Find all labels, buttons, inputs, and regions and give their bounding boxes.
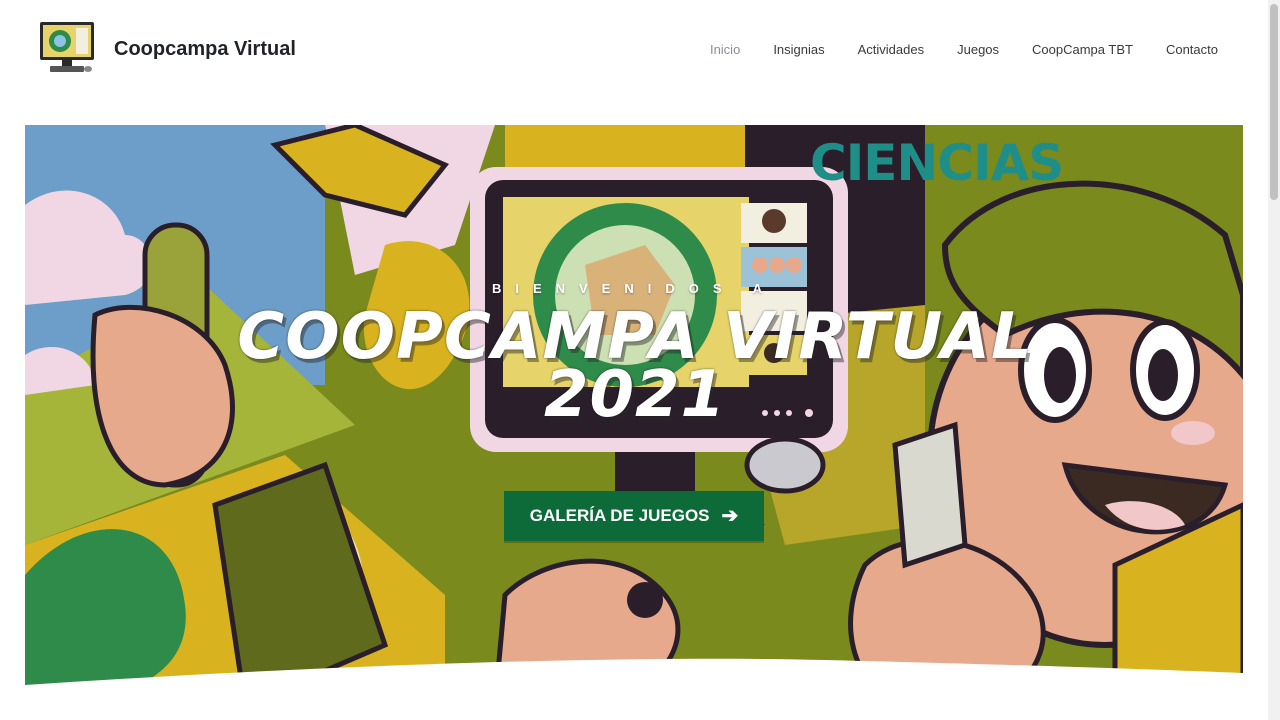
arrow-right-icon: ➔	[721, 505, 739, 527]
games-gallery-button-label: GALERÍA DE JUEGOS	[529, 506, 710, 525]
hero-title-line-2: 2021	[543, 358, 727, 432]
site-header: Coopcampa Virtual Inicio Insignias Activ…	[0, 0, 1268, 100]
vertical-scrollbar[interactable]	[1268, 0, 1280, 720]
main-nav: Inicio Insignias Actividades Juegos Coop…	[677, 42, 1218, 57]
site-title[interactable]: Coopcampa Virtual	[114, 38, 296, 61]
logo-icon[interactable]	[38, 20, 96, 78]
games-gallery-button[interactable]: GALERÍA DE JUEGOS ➔	[504, 491, 764, 541]
nav-item-coopcampa-tbt[interactable]: CoopCampa TBT	[1032, 42, 1133, 57]
nav-item-actividades[interactable]: Actividades	[858, 42, 924, 57]
ciencias-art-text: CIENCIAS	[810, 134, 1063, 192]
welcome-text: BIENVENIDOS A	[491, 281, 777, 296]
nav-item-insignias[interactable]: Insignias	[773, 42, 824, 57]
nav-item-juegos[interactable]: Juegos	[957, 42, 999, 57]
hero-banner: CIENCIAS BIENVENIDOS A COOPCAMPA VIRTUAL…	[25, 125, 1243, 705]
hero-title: COOPCAMPA VIRTUAL 2021	[225, 305, 1045, 432]
page: Coopcampa Virtual Inicio Insignias Activ…	[0, 0, 1280, 720]
scrollbar-thumb[interactable]	[1270, 4, 1278, 200]
nav-item-contacto[interactable]: Contacto	[1166, 42, 1218, 57]
nav-item-inicio[interactable]: Inicio	[710, 42, 740, 57]
